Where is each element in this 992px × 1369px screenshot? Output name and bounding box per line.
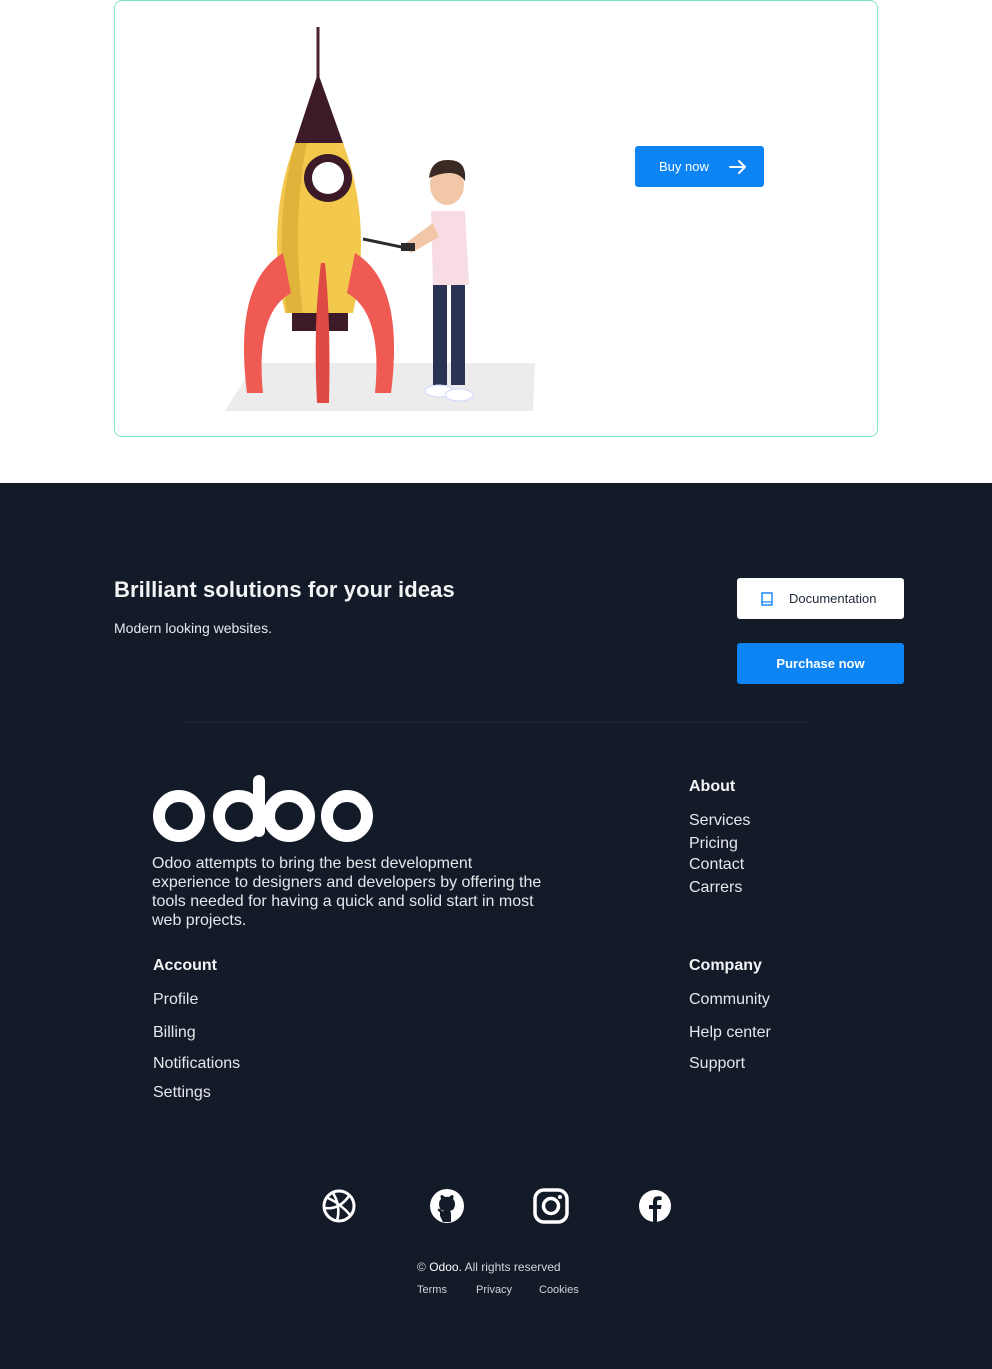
footer-link-help-center[interactable]: Help center (689, 1024, 771, 1042)
footer-link-billing[interactable]: Billing (153, 1024, 196, 1042)
hero-section: Buy now (0, 0, 992, 483)
hero-card: Buy now (114, 0, 878, 437)
copyright-symbol: © (417, 1260, 426, 1274)
arrow-right-icon (729, 160, 746, 174)
rocket-illustration (225, 27, 535, 411)
buy-now-button[interactable]: Buy now (635, 146, 764, 187)
documentation-button[interactable]: Documentation (737, 578, 904, 619)
documentation-label: Documentation (789, 591, 877, 606)
github-icon[interactable] (429, 1188, 465, 1224)
footer-link-profile[interactable]: Profile (153, 991, 198, 1009)
brand-description: Odoo attempts to bring the best developm… (152, 855, 542, 929)
footer: Brilliant solutions for your ideas Moder… (0, 483, 992, 1369)
copyright-text: All rights reserved (464, 1260, 561, 1274)
account-heading: Account (153, 957, 217, 974)
divider (182, 721, 808, 723)
copyright: © Odoo. All rights reserved (417, 1260, 561, 1274)
dribbble-icon[interactable] (321, 1188, 357, 1224)
odoo-logo: odoo (153, 775, 373, 842)
legal-link-privacy[interactable]: Privacy (476, 1284, 512, 1296)
about-heading: About (689, 778, 736, 795)
footer-link-settings[interactable]: Settings (153, 1084, 211, 1102)
footer-link-community[interactable]: Community (689, 991, 770, 1009)
footer-link-services[interactable]: Services (689, 812, 750, 830)
facebook-icon[interactable] (637, 1188, 673, 1224)
buy-now-label: Buy now (659, 159, 709, 174)
cta-subtitle: Modern looking websites. (114, 620, 272, 636)
book-icon (761, 592, 773, 606)
footer-link-pricing[interactable]: Pricing (689, 835, 738, 853)
legal-link-terms[interactable]: Terms (417, 1284, 447, 1296)
cta-title: Brilliant solutions for your ideas (114, 577, 455, 602)
footer-link-carrers[interactable]: Carrers (689, 879, 742, 897)
company-heading: Company (689, 957, 762, 974)
purchase-now-button[interactable]: Purchase now (737, 643, 904, 684)
footer-link-notifications[interactable]: Notifications (153, 1055, 240, 1073)
footer-link-contact[interactable]: Contact (689, 856, 744, 874)
legal-link-cookies[interactable]: Cookies (539, 1284, 579, 1296)
copyright-brand: Odoo. (429, 1260, 462, 1274)
instagram-icon[interactable] (533, 1188, 569, 1224)
footer-link-support[interactable]: Support (689, 1055, 745, 1073)
